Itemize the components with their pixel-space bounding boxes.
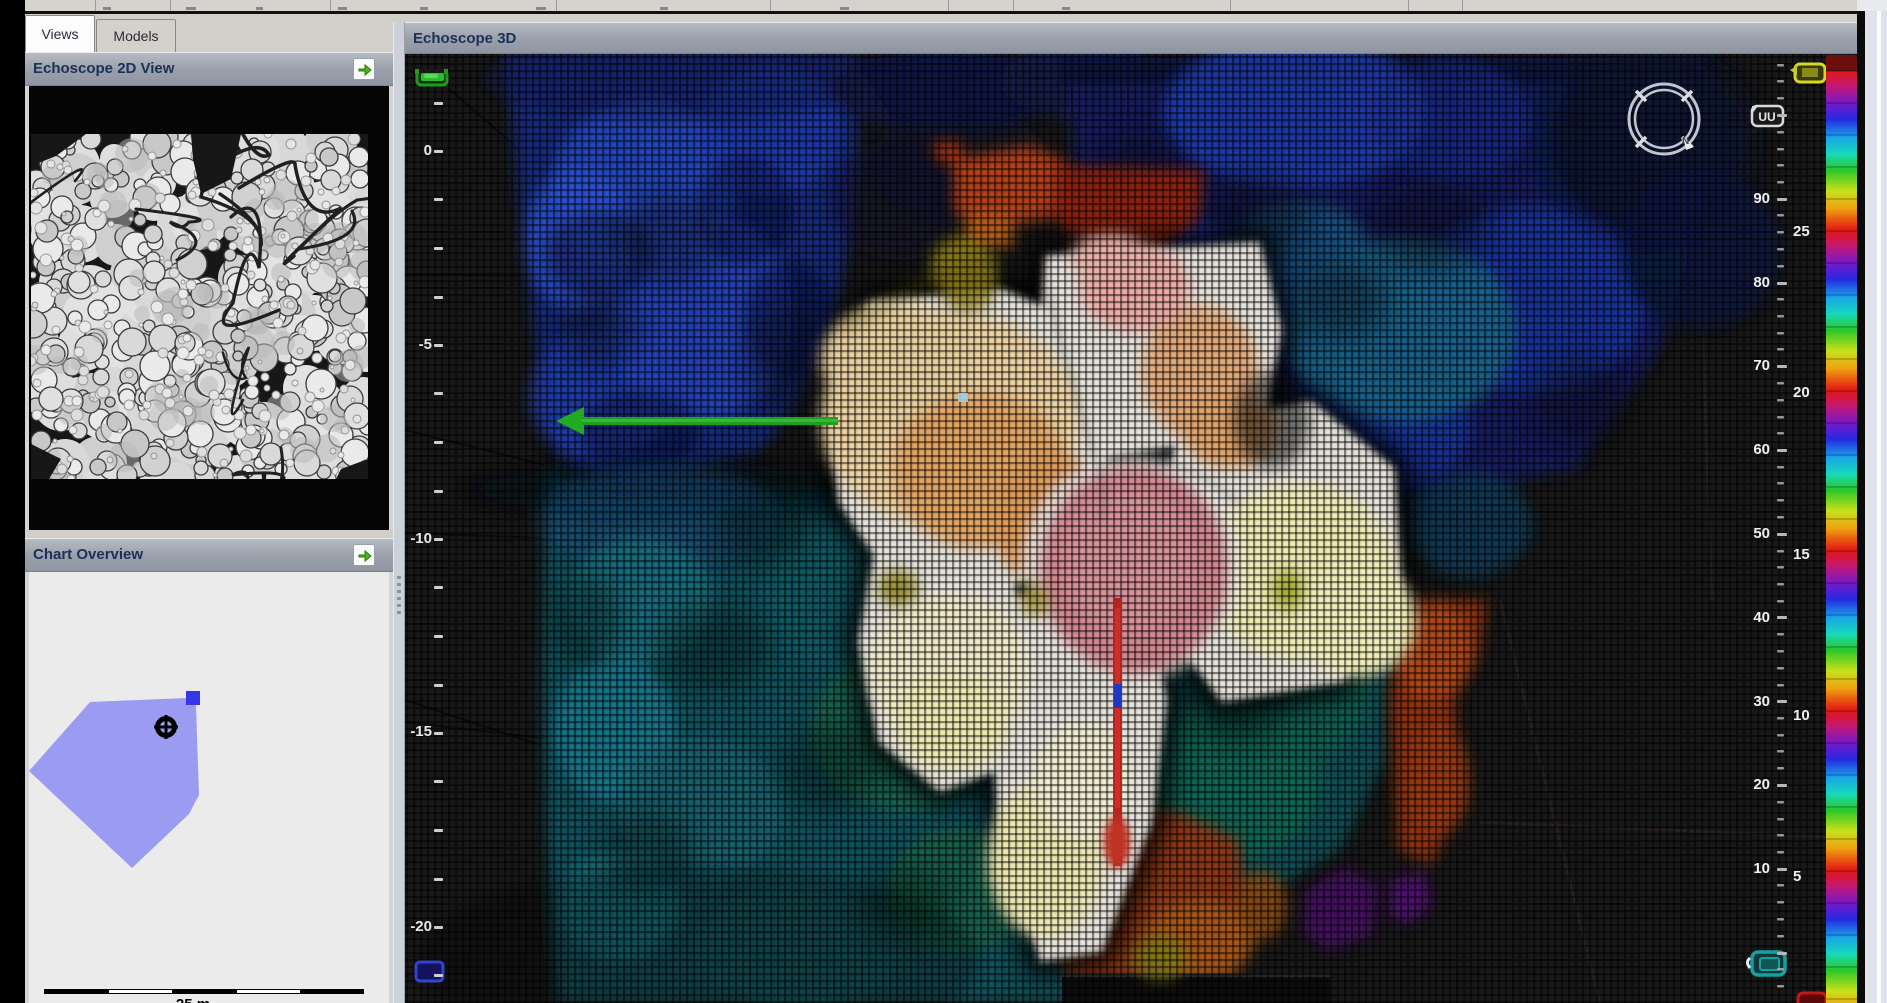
svg-text:80: 80 [1753,274,1770,291]
svg-text:-15: -15 [410,723,432,740]
svg-text:30: 30 [1753,693,1770,710]
svg-text:90: 90 [1753,190,1770,207]
svg-text:70: 70 [1753,357,1770,374]
svg-text:25 m: 25 m [176,996,210,1003]
svg-text:10: 10 [1793,707,1810,724]
svg-text:-5: -5 [419,336,432,353]
svg-text:20: 20 [1753,776,1770,793]
svg-text:25: 25 [1793,223,1810,240]
svg-text:UU: UU [1758,110,1775,124]
svg-text:20: 20 [1793,384,1810,401]
svg-text:10: 10 [1753,860,1770,877]
svg-text:-20: -20 [410,918,432,935]
svg-text:40: 40 [1753,609,1770,626]
svg-text:5: 5 [1793,868,1801,885]
svg-text:60: 60 [1753,441,1770,458]
svg-text:0: 0 [424,142,432,159]
svg-text:50: 50 [1753,525,1770,542]
svg-text:N: N [1682,136,1689,147]
svg-text:-10: -10 [410,530,432,547]
svg-text:15: 15 [1793,546,1810,563]
